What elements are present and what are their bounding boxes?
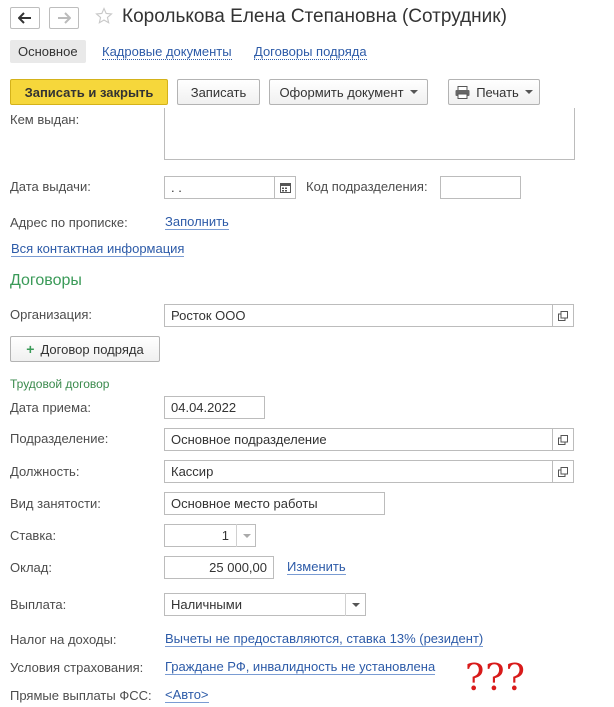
salary-label: Оклад: bbox=[10, 560, 52, 575]
employment-type-label: Вид занятости: bbox=[10, 496, 101, 511]
open-icon bbox=[558, 466, 568, 477]
chevron-down-icon bbox=[409, 90, 418, 94]
arrow-left-icon bbox=[18, 12, 31, 24]
print-button[interactable]: Печать bbox=[448, 79, 540, 105]
salary-field[interactable]: 25 000,00 bbox=[164, 556, 274, 579]
payment-select[interactable]: Наличными bbox=[164, 593, 366, 616]
hire-date-label: Дата приема: bbox=[10, 400, 91, 415]
dept-code-field[interactable] bbox=[440, 176, 521, 199]
open-icon bbox=[558, 434, 568, 445]
org-label: Организация: bbox=[10, 307, 93, 322]
open-org-button[interactable] bbox=[552, 304, 574, 327]
plus-icon: + bbox=[26, 341, 35, 357]
employment-type-field[interactable]: Основное место работы bbox=[164, 492, 385, 515]
create-document-button[interactable]: Оформить документ bbox=[269, 79, 428, 105]
hire-date-field[interactable]: 04.04.2022 bbox=[164, 396, 265, 419]
rate-label: Ставка: bbox=[10, 528, 57, 543]
save-button[interactable]: Записать bbox=[177, 79, 260, 105]
position-field[interactable]: Кассир bbox=[164, 460, 553, 483]
print-label: Печать bbox=[476, 84, 519, 100]
contacts-link[interactable]: Вся контактная информация bbox=[11, 242, 185, 257]
printer-icon bbox=[455, 85, 470, 99]
tax-link[interactable]: Вычеты не предоставляются, ставка 13% (р… bbox=[165, 632, 484, 647]
payment-dropdown[interactable] bbox=[345, 593, 365, 616]
open-position-button[interactable] bbox=[552, 460, 574, 483]
question-annotation: ??? bbox=[465, 658, 526, 699]
save-label: Записать bbox=[190, 84, 247, 100]
save-and-close-label: Записать и закрыть bbox=[24, 84, 154, 100]
tab-main[interactable]: Основное bbox=[10, 40, 86, 63]
dept-code-label: Код подразделения: bbox=[306, 179, 428, 194]
insurance-link[interactable]: Граждане РФ, инвалидность не установлена bbox=[165, 660, 436, 675]
chevron-down-icon bbox=[242, 533, 251, 538]
tab-contracts[interactable]: Договоры подряда bbox=[254, 44, 367, 60]
create-document-label: Оформить документ bbox=[279, 84, 404, 100]
back-button[interactable] bbox=[10, 7, 40, 29]
salary-change-link[interactable]: Изменить bbox=[287, 560, 346, 575]
arrow-right-icon bbox=[58, 12, 71, 24]
calendar-button[interactable] bbox=[274, 176, 296, 199]
rate-dropdown[interactable] bbox=[236, 524, 256, 547]
tax-label: Налог на доходы: bbox=[10, 632, 117, 647]
add-contract-button[interactable]: + Договор подряда bbox=[10, 336, 160, 362]
star-icon[interactable] bbox=[95, 7, 113, 28]
page-title: Королькова Елена Степановна (Сотрудник) bbox=[122, 6, 507, 27]
issued-by-field[interactable] bbox=[164, 108, 575, 160]
calendar-icon bbox=[279, 183, 291, 193]
insurance-label: Условия страхования: bbox=[10, 660, 144, 675]
address-label: Адрес по прописке: bbox=[10, 215, 128, 230]
open-dept-button[interactable] bbox=[552, 428, 574, 451]
add-contract-label: Договор подряда bbox=[40, 341, 144, 357]
tab-hr-documents[interactable]: Кадровые документы bbox=[102, 44, 232, 60]
issued-by-label: Кем выдан: bbox=[10, 112, 80, 127]
payment-label: Выплата: bbox=[10, 597, 67, 612]
forward-button[interactable] bbox=[49, 7, 79, 29]
issue-date-field[interactable]: . . bbox=[164, 176, 275, 199]
save-and-close-button[interactable]: Записать и закрыть bbox=[10, 79, 168, 105]
dept-field[interactable]: Основное подразделение bbox=[164, 428, 553, 451]
issue-date-label: Дата выдачи: bbox=[10, 179, 91, 194]
dept-label: Подразделение: bbox=[10, 431, 109, 446]
employment-subsection-title: Трудовой договор bbox=[10, 377, 110, 391]
chevron-down-icon bbox=[351, 602, 360, 607]
fss-link[interactable]: <Авто> bbox=[165, 688, 209, 703]
contracts-section-title: Договоры bbox=[10, 272, 82, 289]
address-fill-link[interactable]: Заполнить bbox=[165, 215, 229, 230]
chevron-down-icon bbox=[524, 90, 533, 94]
form-scroll-area[interactable]: Кем выдан: Дата выдачи: . . Код подразде… bbox=[0, 108, 614, 707]
fss-label: Прямые выплаты ФСС: bbox=[10, 688, 152, 703]
position-label: Должность: bbox=[10, 464, 80, 479]
open-icon bbox=[558, 310, 568, 321]
org-field[interactable]: Росток ООО bbox=[164, 304, 553, 327]
